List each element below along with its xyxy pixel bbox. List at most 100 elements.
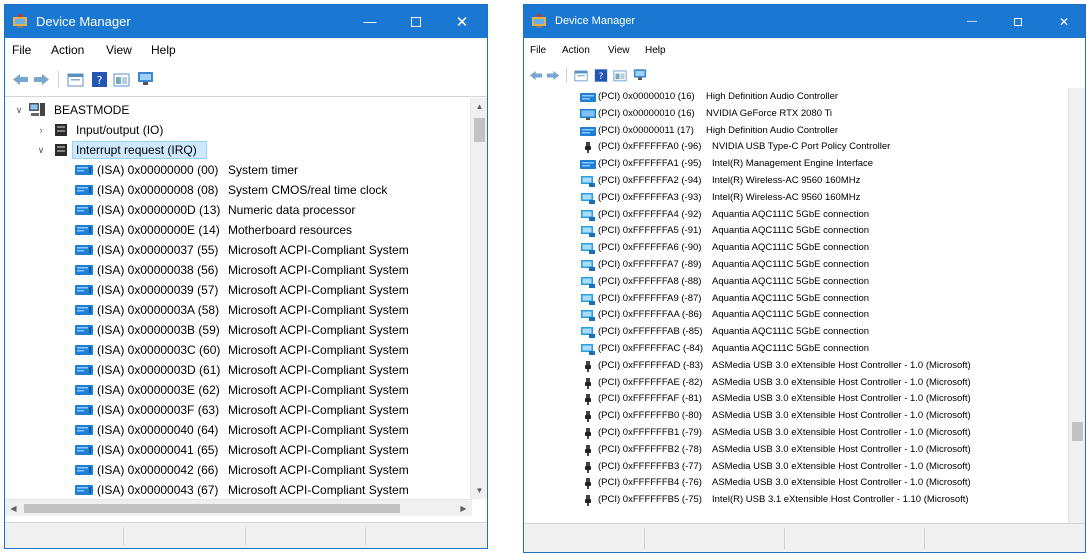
close-button[interactable]: ✕: [1041, 5, 1085, 38]
title-bar[interactable]: Device Manager — ✕: [524, 5, 1085, 38]
scroll-right-icon[interactable]: ▶: [455, 500, 472, 517]
scan-hardware-icon[interactable]: [633, 69, 647, 82]
vertical-scrollbar[interactable]: [1068, 88, 1085, 525]
status-divider: [644, 528, 645, 549]
pci-entry-row[interactable]: (PCI) 0xFFFFFFA8 (-88) Aquantia AQC111C 5…: [524, 274, 1068, 291]
pci-entry-row[interactable]: (PCI) 0xFFFFFFAF (-81) ASMedia USB 3.0 eX…: [524, 391, 1068, 408]
irq-entry-row[interactable]: (ISA) 0x0000003A (58) Microsoft ACPI-Comp…: [5, 300, 470, 320]
scroll-down-icon[interactable]: ▼: [471, 482, 487, 499]
help-icon[interactable]: ?: [594, 69, 608, 82]
irq-entry-row[interactable]: (ISA) 0x00000039 (57) Microsoft ACPI-Comp…: [5, 280, 470, 300]
irq-entry-row[interactable]: (ISA) 0x00000043 (67) Microsoft ACPI-Comp…: [5, 480, 470, 499]
scrollbar-thumb[interactable]: [1072, 422, 1083, 441]
pci-entry-row[interactable]: (PCI) 0xFFFFFFB0 (-80) ASMedia USB 3.0 eX…: [524, 408, 1068, 425]
pci-entry-row[interactable]: (PCI) 0xFFFFFFAB (-85) Aquantia AQC111C 5…: [524, 324, 1068, 341]
menu-action[interactable]: Action: [562, 45, 590, 56]
irq-code: (PCI) 0x00000011 (17): [598, 124, 694, 136]
scroll-left-icon[interactable]: ◀: [5, 500, 22, 517]
pci-entry-row[interactable]: (PCI) 0xFFFFFFAD (-83) ASMedia USB 3.0 eX…: [524, 358, 1068, 375]
pci-entry-row[interactable]: (PCI) 0xFFFFFFA4 (-92) Aquantia AQC111C 5…: [524, 207, 1068, 224]
irq-entry-row[interactable]: (ISA) 0x0000003D (61) Microsoft ACPI-Comp…: [5, 360, 470, 380]
back-arrow-icon[interactable]: [529, 69, 543, 82]
pci-entry-row[interactable]: (PCI) 0xFFFFFFB3 (-77) ASMedia USB 3.0 eX…: [524, 459, 1068, 476]
pci-entry-row[interactable]: (PCI) 0xFFFFFFAE (-82) ASMedia USB 3.0 eX…: [524, 375, 1068, 392]
irq-entry-row[interactable]: (ISA) 0x00000008 (08) System CMOS/real ti…: [5, 180, 470, 200]
forward-arrow-icon[interactable]: [546, 69, 560, 82]
tree-category-io[interactable]: › Input/output (IO): [5, 120, 470, 140]
pci-entry-row[interactable]: (PCI) 0xFFFFFFA1 (-95) Intel(R) Managemen…: [524, 156, 1068, 173]
maximize-button[interactable]: [995, 5, 1041, 38]
close-button[interactable]: ✕: [439, 5, 485, 38]
tree-category-label: Input/output (IO): [76, 123, 164, 137]
view-icon[interactable]: [113, 72, 130, 87]
usb-plug-icon: [580, 378, 596, 389]
scrollbar-thumb[interactable]: [474, 118, 485, 142]
pci-entry-row[interactable]: (PCI) 0xFFFFFFAA (-86) Aquantia AQC111C 5…: [524, 307, 1068, 324]
scroll-up-icon[interactable]: ▲: [471, 98, 487, 115]
chevron-down-icon[interactable]: ∨: [13, 100, 25, 120]
maximize-button[interactable]: [393, 5, 439, 38]
irq-entry-row[interactable]: (ISA) 0x00000042 (66) Microsoft ACPI-Comp…: [5, 460, 470, 480]
irq-entry-row[interactable]: (ISA) 0x00000041 (65) Microsoft ACPI-Comp…: [5, 440, 470, 460]
pci-entry-row[interactable]: (PCI) 0x00000010 (16) NVIDIA GeForce RTX …: [524, 106, 1068, 123]
pci-entry-row[interactable]: (PCI) 0xFFFFFFA9 (-87) Aquantia AQC111C 5…: [524, 291, 1068, 308]
irq-code: (PCI) 0xFFFFFFB4 (-76): [598, 477, 702, 489]
irq-entry-row[interactable]: (ISA) 0x0000003F (63) Microsoft ACPI-Comp…: [5, 400, 470, 420]
pci-entry-row[interactable]: (PCI) 0xFFFFFFA0 (-96) NVIDIA USB Type-C …: [524, 139, 1068, 156]
pci-entry-row[interactable]: (PCI) 0xFFFFFFA6 (-90) Aquantia AQC111C 5…: [524, 240, 1068, 257]
irq-entry-row[interactable]: (ISA) 0x0000003B (59) Microsoft ACPI-Comp…: [5, 320, 470, 340]
irq-entry-row[interactable]: (ISA) 0x0000000E (14) Motherboard resourc…: [5, 220, 470, 240]
menu-help[interactable]: Help: [151, 43, 176, 57]
pci-entry-row[interactable]: (PCI) 0xFFFFFFA2 (-94) Intel(R) Wireless-…: [524, 173, 1068, 190]
title-bar[interactable]: Device Manager — ✕: [5, 5, 487, 38]
scrollbar-thumb[interactable]: [24, 504, 400, 513]
device-description: ASMedia USB 3.0 eXtensible Host Controll…: [712, 393, 971, 405]
device-description: Aquantia AQC111C 5GbE connection: [712, 208, 870, 220]
menu-action[interactable]: Action: [51, 43, 84, 57]
pci-entry-row[interactable]: (PCI) 0xFFFFFFB1 (-79) ASMedia USB 3.0 eX…: [524, 425, 1068, 442]
view-icon[interactable]: [613, 69, 627, 82]
menu-file[interactable]: File: [12, 43, 31, 57]
irq-entry-row[interactable]: (ISA) 0x00000000 (00) System timer: [5, 160, 470, 180]
menu-view[interactable]: View: [106, 43, 132, 57]
irq-entry-row[interactable]: (ISA) 0x00000037 (55) Microsoft ACPI-Comp…: [5, 240, 470, 260]
device-description: ASMedia USB 3.0 eXtensible Host Controll…: [712, 427, 971, 438]
window-title: Device Manager: [36, 14, 131, 29]
irq-entry-row[interactable]: (ISA) 0x00000040 (64) Microsoft ACPI-Comp…: [5, 420, 470, 440]
pci-entry-row[interactable]: (PCI) 0xFFFFFFB2 (-78) ASMedia USB 3.0 eX…: [524, 442, 1068, 459]
properties-icon[interactable]: [67, 72, 84, 87]
help-icon[interactable]: ?: [91, 72, 108, 87]
pci-entry-row[interactable]: (PCI) 0xFFFFFFA7 (-89) Aquantia AQC111C 5…: [524, 257, 1068, 274]
back-arrow-icon[interactable]: [12, 72, 29, 87]
pci-entry-row[interactable]: (PCI) 0xFFFFFFB5 (-75) Intel(R) USB 3.1 e…: [524, 492, 1068, 509]
tree-root[interactable]: ∨ BEASTMODE: [5, 100, 470, 120]
status-divider: [365, 527, 366, 545]
pci-entry-row[interactable]: (PCI) 0xFFFFFFAC (-84) Aquantia AQC111C 5…: [524, 341, 1068, 358]
irq-entry-row[interactable]: (ISA) 0x00000038 (56) Microsoft ACPI-Comp…: [5, 260, 470, 280]
vertical-scrollbar[interactable]: ▲ ▼: [470, 98, 487, 499]
irq-entry-row[interactable]: (ISA) 0x0000003E (62) Microsoft ACPI-Comp…: [5, 380, 470, 400]
properties-icon[interactable]: [574, 69, 588, 82]
menu-view[interactable]: View: [608, 45, 630, 56]
irq-entry-row[interactable]: (ISA) 0x0000000D (13) Numeric data proces…: [5, 200, 470, 220]
network-adapter-icon: [580, 226, 596, 237]
pci-entry-row[interactable]: (PCI) 0x00000010 (16) High Definition Aud…: [524, 89, 1068, 106]
horizontal-scrollbar[interactable]: ◀ ▶: [5, 499, 472, 516]
system-device-icon: [75, 344, 93, 356]
pci-entry-row[interactable]: (PCI) 0xFFFFFFB4 (-76) ASMedia USB 3.0 eX…: [524, 475, 1068, 492]
minimize-button[interactable]: —: [949, 5, 995, 38]
tree-category-irq[interactable]: ∨ Interrupt request (IRQ): [5, 140, 470, 160]
forward-arrow-icon[interactable]: [33, 72, 50, 87]
menu-file[interactable]: File: [530, 45, 546, 56]
toolbar-separator: [58, 71, 59, 88]
menu-help[interactable]: Help: [645, 45, 666, 56]
irq-entry-row[interactable]: (ISA) 0x0000003C (60) Microsoft ACPI-Comp…: [5, 340, 470, 360]
pci-entry-row[interactable]: (PCI) 0x00000011 (17) High Definition Aud…: [524, 123, 1068, 140]
minimize-button[interactable]: —: [347, 5, 393, 38]
irq-code: (PCI) 0x00000010 (16): [598, 91, 695, 102]
chevron-down-icon[interactable]: ∨: [35, 140, 47, 160]
chevron-right-icon[interactable]: ›: [35, 120, 47, 140]
pci-entry-row[interactable]: (PCI) 0xFFFFFFA3 (-93) Intel(R) Wireless-…: [524, 190, 1068, 207]
scan-hardware-icon[interactable]: [137, 72, 154, 87]
pci-entry-row[interactable]: (PCI) 0xFFFFFFA5 (-91) Aquantia AQC111C 5…: [524, 223, 1068, 240]
